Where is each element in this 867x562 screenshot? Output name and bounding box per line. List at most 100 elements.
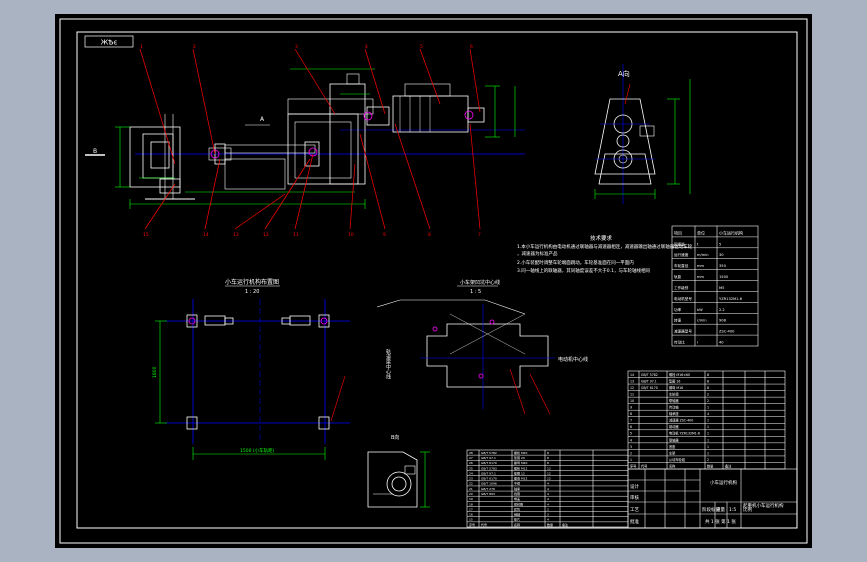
tech-req-line-4: 3.同一轴线上的联轴器，其同轴度误差不大于0.1，与车轮轴线相同 [517, 267, 650, 274]
parts-right-header: 代号 [641, 463, 647, 468]
inner-frame [76, 31, 798, 529]
parts-right-cell: 1 [707, 438, 709, 442]
parts-bottom-cell: GB/T 97.1 [481, 456, 496, 460]
parts-bottom-cell: GB/T 5783 [481, 466, 497, 470]
parts-right-cell: 制动器 [669, 424, 679, 429]
drawing-canvas[interactable]: ЖѢͼ B A 1 2 3 4 5 6 15 14 13 12 11 10 9 … [55, 14, 812, 548]
params-cell: 功率 [674, 307, 682, 312]
params-cell: mm [697, 264, 705, 268]
params-cell: i [697, 341, 698, 345]
parts-bottom-cell: 8 [547, 456, 549, 460]
parts-bottom-cell: 25 [469, 466, 473, 470]
parts-bottom-cell: 8 [547, 451, 549, 455]
title-label-design: 设计 [630, 483, 639, 490]
params-cell: M5 [719, 286, 724, 290]
params-cell: 传动比 [674, 340, 685, 345]
cad-viewport[interactable]: ЖѢͼ B A 1 2 3 4 5 6 15 14 13 12 11 10 9 … [0, 0, 867, 562]
title-label-approve: 批准 [630, 518, 639, 525]
parts-right-cell: 螺栓 M16×60 [669, 372, 690, 377]
parts-bottom-cell: 4 [547, 518, 549, 522]
parts-right-cell: 1 [707, 445, 709, 449]
section-a-label: A [260, 116, 265, 123]
parts-bottom-cell: 23 [469, 477, 473, 481]
svg-text:13: 13 [233, 232, 239, 238]
params-cell: 轨距 [674, 274, 682, 279]
params-cell: 30 [719, 253, 724, 257]
params-cell: m/min [697, 253, 709, 257]
parts-bottom-cell: 12 [547, 466, 551, 470]
top-left-stamp: ЖѢͼ [101, 39, 118, 47]
title-sheet: 共 1 张 第 1 张 [705, 518, 736, 525]
parts-right-cell: 10 [630, 399, 634, 403]
svg-text:11: 11 [293, 232, 299, 238]
drawing-sheet: ЖѢͼ B A 1 2 3 4 5 6 15 14 13 12 11 10 9 … [55, 14, 812, 548]
parts-right-cell: 4 [707, 412, 709, 416]
parts-right-cell: 螺母 M16 [669, 385, 683, 390]
svg-text:5: 5 [420, 44, 423, 50]
parts-bottom-cell: 4 [547, 497, 549, 501]
parts-right-cell: 13 [630, 379, 634, 383]
motor-center-label: 电动机中心线 [558, 356, 588, 363]
params-cell: 工作级别 [674, 285, 689, 290]
parts-right-cell: 电动机 YZR132M1-6 [669, 431, 700, 436]
parts-bottom-cell: 螺栓 M12 [514, 465, 527, 470]
layout-plan-title: 小车运行机构布置图 [225, 278, 279, 286]
parts-bottom-cell: 2 [547, 507, 549, 511]
parts-bottom-cell: GB/T 6170 [481, 461, 497, 465]
parts-right-cell: 车轮组 [669, 392, 679, 397]
parts-right-cell: GB/T 5782 [641, 373, 658, 377]
params-cell: 5 [719, 242, 721, 246]
parts-bottom-header: 代号 [481, 522, 487, 527]
svg-text:2: 2 [193, 44, 196, 50]
params-cell: mm [697, 275, 705, 279]
parts-bottom-cell: 4 [547, 482, 549, 486]
parts-bottom-cell: 4 [547, 487, 549, 491]
title-scale: 1:5 [729, 507, 736, 513]
layout-plan-view: 小车运行机构布置图 1 : 20 1800 1500 (小车轨距) [152, 278, 350, 460]
parts-right-cell: 8 [707, 379, 709, 383]
parts-list-right-rows: 14 GB/T 5782 螺栓 M16×60 813 GB/T 97.1 垫圈 16 812… [628, 372, 785, 468]
params-cell: ZSC-400 [719, 330, 735, 334]
parts-right-header: 数量 [707, 463, 714, 468]
tech-req-line-3: 2.小车装配时调整车轮端面跳动，车轮基准面在同一平面内 [517, 259, 634, 266]
parts-right-cell: 车架 [669, 450, 676, 455]
parts-bottom-cell: 螺母 M20 [514, 460, 527, 465]
parts-bottom-cell: 26 [469, 461, 473, 465]
parts-right-cell: 1 [707, 419, 709, 423]
parts-right-cell: 11 [630, 393, 634, 397]
parts-bottom-header: 数量 [547, 522, 553, 527]
parts-right-cell: 传动轴 [669, 405, 679, 410]
title-stage-weight: 重量 [716, 506, 725, 513]
parts-bottom-cell: 垫圈 12 [514, 470, 525, 475]
params-cell: kW [697, 308, 703, 312]
parts-right-cell: 8 [707, 373, 709, 377]
parts-bottom-cell: 4 [547, 502, 549, 506]
parts-right-cell: 1 [707, 451, 709, 455]
tech-requirements: 技术要求 1.本小车运行机构由电动机通过联轴器与减速器相连，减速器输出轴通过联轴… [517, 234, 693, 274]
parts-bottom-cell: GB/T 6170 [481, 477, 497, 481]
parts-bottom-cell: 轴承 [514, 486, 520, 491]
params-cell: 2.2 [719, 308, 725, 312]
parts-right-cell: 2 [630, 451, 632, 455]
params-cell: 908 [719, 319, 727, 323]
parts-bottom-cell: 12 [547, 471, 551, 475]
params-cell: 350 [719, 264, 727, 268]
title-label-review: 审核 [630, 494, 639, 501]
parts-right-cell: 8 [707, 386, 709, 390]
dim-base-label: 1800 [152, 366, 158, 378]
parts-right-cell: 1 [630, 458, 632, 462]
parts-right-cell: 6 [630, 425, 632, 429]
detail-view-b: 小车架凹坑中心线 1 : 5 轨道梁中心线 电动机中心线 [376, 279, 588, 415]
rail-center-label: 轨道梁中心线 [385, 348, 391, 379]
parts-right-cell: 3 [630, 445, 632, 449]
parts-bottom-cell: 27 [469, 456, 473, 460]
svg-text:15: 15 [143, 232, 149, 238]
parts-bottom-cell: GB/T 1096 [481, 482, 497, 486]
svg-text:9: 9 [383, 232, 386, 238]
params-cell: 车轮直径 [674, 263, 689, 268]
parts-right-cell: 1 [707, 432, 709, 436]
parts-right-cell: 减速器 ZSC-400 [669, 418, 693, 423]
parts-right-cell: 1 [707, 406, 709, 410]
params-cell: YZR132M1-6 [719, 297, 743, 301]
parts-bottom-cell: 8 [547, 461, 549, 465]
